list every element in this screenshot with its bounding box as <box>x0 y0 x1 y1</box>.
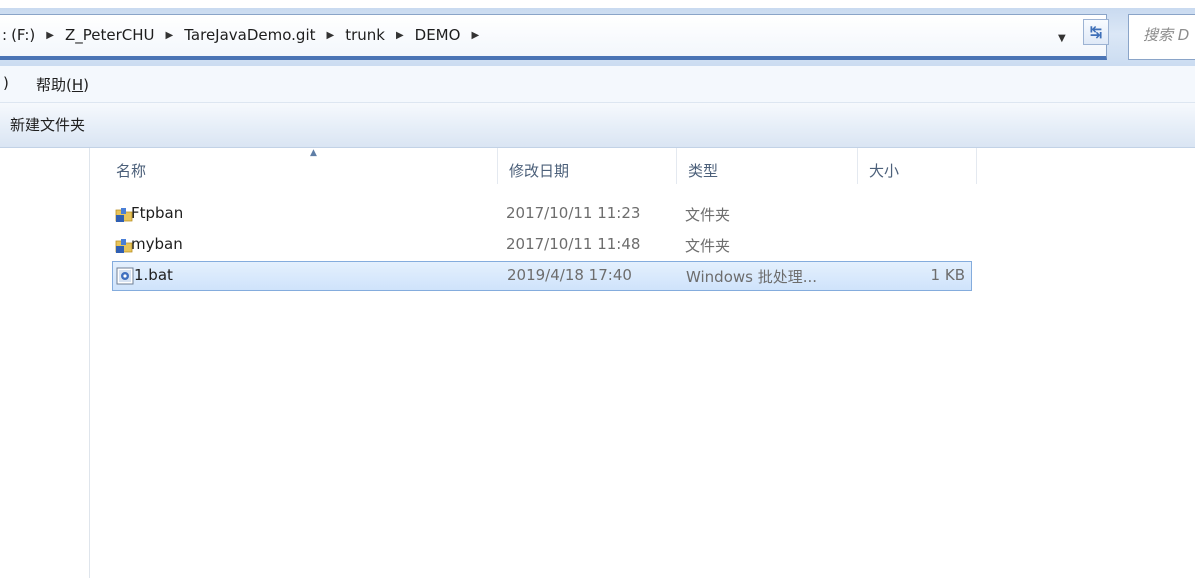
column-name-label: 名称 <box>116 162 147 180</box>
dropdown-arrow-icon[interactable]: ▼ <box>1058 33 1066 44</box>
breadcrumb: : (F:) ▶ Z_PeterCHU ▶ TareJavaDemo.git ▶… <box>0 15 488 55</box>
breadcrumb-trunk[interactable]: trunk <box>343 26 387 44</box>
breadcrumb-arrow-icon[interactable]: ▶ <box>387 30 413 41</box>
menu-item-partial[interactable]: ) <box>3 74 9 92</box>
column-header-row: 名称 ▲ 修改日期 类型 大小 <box>90 148 1195 184</box>
column-header-type[interactable]: 类型 <box>677 148 858 184</box>
file-type: Windows 批处理... <box>686 268 818 286</box>
sort-ascending-icon: ▲ <box>310 148 317 158</box>
breadcrumb-z-peterchu[interactable]: Z_PeterCHU <box>63 26 157 44</box>
breadcrumb-drive[interactable]: (F:) <box>9 26 37 44</box>
address-bar: : (F:) ▶ Z_PeterCHU ▶ TareJavaDemo.git ▶… <box>0 8 1195 66</box>
refresh-button[interactable]: ↹ <box>1083 19 1109 45</box>
file-date: 2019/4/18 17:40 <box>507 266 632 284</box>
file-name: 1.bat <box>134 266 173 284</box>
column-header-name[interactable]: 名称 ▲ <box>105 148 498 184</box>
address-field[interactable]: : (F:) ▶ Z_PeterCHU ▶ TareJavaDemo.git ▶… <box>0 14 1107 60</box>
refresh-icon: ↹ <box>1089 23 1103 41</box>
command-toolbar: 新建文件夹 <box>0 103 1195 148</box>
column-type-label: 类型 <box>688 162 719 180</box>
batch-file-icon <box>116 267 134 285</box>
navigation-pane[interactable] <box>0 148 90 578</box>
file-date: 2017/10/11 11:48 <box>506 235 641 253</box>
file-type: 文件夹 <box>685 237 731 255</box>
breadcrumb-demo[interactable]: DEMO <box>413 26 463 44</box>
column-size-label: 大小 <box>869 162 900 180</box>
search-placeholder: 搜索 D <box>1143 26 1190 44</box>
column-header-size[interactable]: 大小 <box>858 148 977 184</box>
menu-help-accelerator: H <box>71 76 84 94</box>
breadcrumb-arrow-icon[interactable]: ▶ <box>462 30 488 41</box>
menu-bar: ) 帮助(H) <box>0 66 1195 103</box>
file-name: myban <box>131 235 183 253</box>
column-header-date[interactable]: 修改日期 <box>498 148 677 184</box>
file-date: 2017/10/11 11:23 <box>506 204 641 222</box>
new-folder-button[interactable]: 新建文件夹 <box>10 114 85 135</box>
breadcrumb-arrow-icon[interactable]: ▶ <box>157 30 183 41</box>
search-input[interactable]: 搜索 D <box>1128 14 1195 60</box>
file-name: Ftpban <box>131 204 184 222</box>
file-type: 文件夹 <box>685 206 731 224</box>
file-row-ftpban[interactable]: Ftpban 2017/10/11 11:23 文件夹 <box>88 199 968 229</box>
file-size: 1 KB <box>930 266 965 284</box>
breadcrumb-prefix: : <box>2 26 8 44</box>
breadcrumb-arrow-icon[interactable]: ▶ <box>37 30 63 41</box>
column-date-label: 修改日期 <box>509 162 570 180</box>
breadcrumb-tarejavademo[interactable]: TareJavaDemo.git <box>182 26 317 44</box>
file-list[interactable]: 名称 ▲ 修改日期 类型 大小 Ftpban 2017/10/11 11:23 … <box>90 148 1195 578</box>
file-row-myban[interactable]: myban 2017/10/11 11:48 文件夹 <box>88 230 968 260</box>
menu-item-help[interactable]: 帮助(H) <box>36 74 89 95</box>
breadcrumb-arrow-icon[interactable]: ▶ <box>318 30 344 41</box>
window-top-edge <box>0 0 1195 8</box>
menu-help-label: 帮助 <box>36 76 67 94</box>
file-row-1-bat[interactable]: 1.bat 2019/4/18 17:40 Windows 批处理... 1 K… <box>112 261 972 291</box>
